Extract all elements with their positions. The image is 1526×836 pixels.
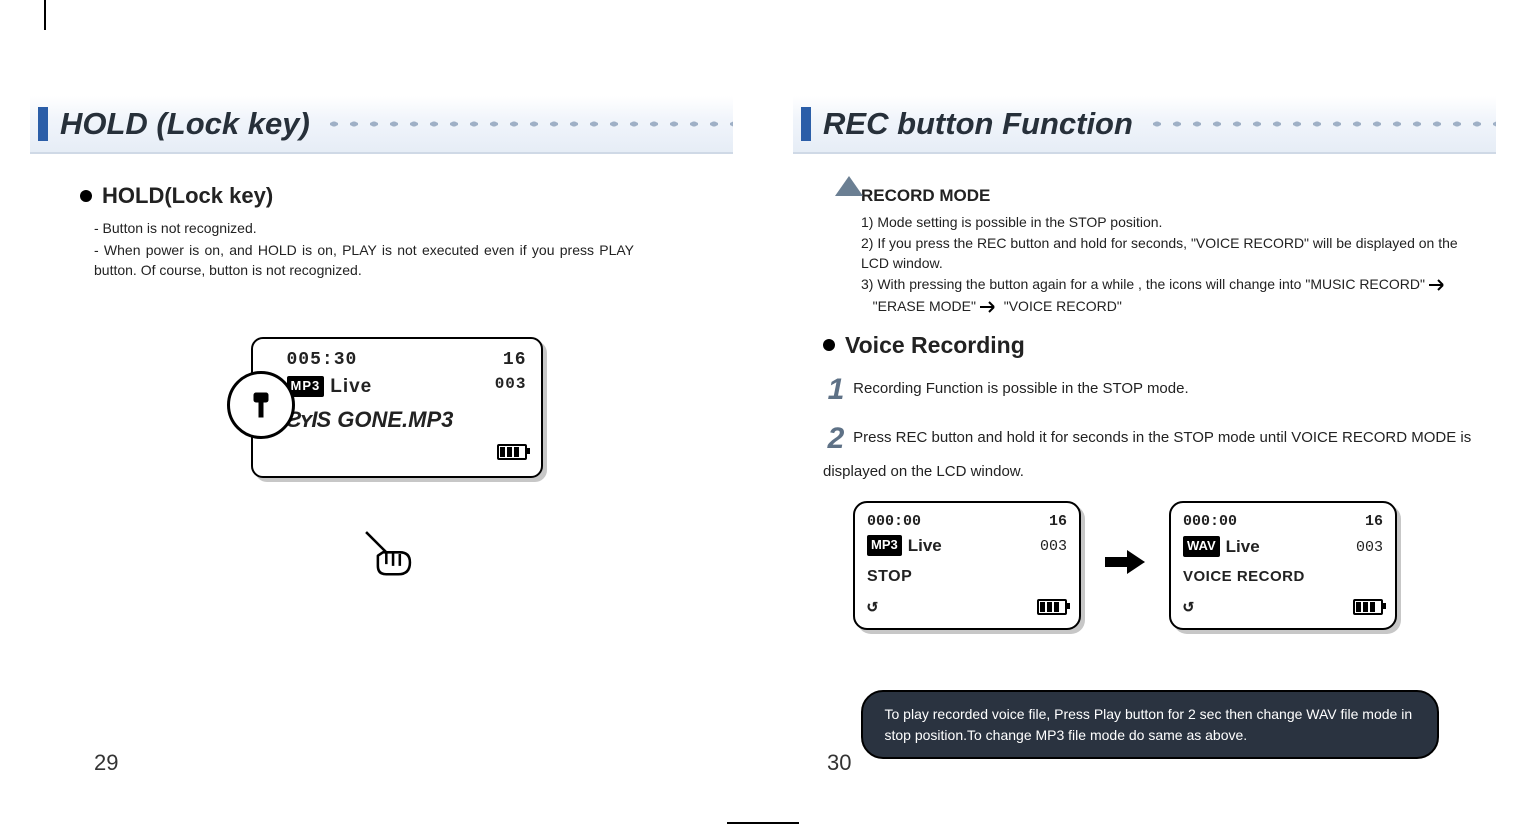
triangle-icon: [835, 176, 863, 196]
battery-icon: [497, 444, 527, 460]
step-number-1: 1: [823, 368, 849, 412]
rm-item-1: 1) Mode setting is possible in the STOP …: [861, 213, 1476, 233]
left-body: HOLD(Lock key) - Button is not recognize…: [30, 154, 733, 478]
crop-bottom: [733, 822, 799, 824]
hold-switch-icon: [227, 371, 295, 439]
right-body: RECORD MODE 1) Mode setting is possible …: [793, 154, 1496, 759]
rm-item-2: 2) If you press the REC button and hold …: [861, 234, 1476, 273]
manual-spread: HOLD (Lock key) HOLD(Lock key) - Button …: [0, 0, 1526, 836]
crop-mark: [44, 0, 46, 30]
page-number-right: 30: [827, 750, 851, 776]
subheading-voice: Voice Recording: [823, 329, 1476, 362]
subheading-hold: HOLD(Lock key): [80, 180, 713, 212]
lcdB-time: 000:00: [1183, 511, 1237, 533]
wav-badge: WAV: [1183, 536, 1220, 557]
rm-item-2-text: 2) If you press the REC button and hold …: [861, 235, 1458, 271]
step-number-2: 2: [823, 417, 849, 461]
lcd-count: 16: [503, 347, 527, 373]
song-name: S GONE.MP3: [316, 407, 453, 432]
dot-leader: [1147, 118, 1496, 130]
lcd-row1: 005:30 16: [287, 347, 527, 373]
rm3-a: 3) With pressing the button again for a …: [861, 276, 1425, 292]
lcd-after: 000:00 16 WAV Live 003 VOICE RECORD ↺: [1169, 501, 1397, 629]
lcd-song: ƧʏIS GONE.MP3: [287, 404, 527, 436]
lcdB-fmt: WAV Live: [1183, 535, 1260, 560]
step-1-text: Recording Function is possible in the ST…: [853, 380, 1188, 397]
lcdA-track: 003: [1040, 536, 1067, 558]
heading-accent: [801, 107, 811, 141]
subheading-text: HOLD(Lock key): [102, 180, 273, 212]
rm3-c: "VOICE RECORD": [1004, 298, 1122, 314]
lcdA-live: Live: [908, 536, 942, 555]
repeat-icon: ↺: [1183, 594, 1194, 620]
page-left: HOLD (Lock key) HOLD(Lock key) - Button …: [0, 0, 763, 836]
hold-note-2: - When power is on, and HOLD is on, PLAY…: [94, 240, 634, 281]
lcd-battery-row: [287, 444, 527, 466]
knob-glyph: [246, 390, 276, 420]
lcd-row2: MP3Live 003: [287, 373, 527, 401]
bullet-icon: [80, 190, 92, 202]
heading-bar: REC button Function: [793, 96, 1496, 154]
tip-note: To play recorded voice file, Press Play …: [861, 690, 1439, 759]
lcdA-mode: STOP: [867, 565, 1067, 588]
rm-item-3: 3) With pressing the button again for a …: [861, 275, 1476, 318]
hold-illustration-wrap: 005:30 16 MP3Live 003 ƧʏIS GONE.MP3: [251, 337, 543, 478]
heading-bar: HOLD (Lock key): [30, 96, 733, 154]
section-header-right: REC button Function: [793, 96, 1496, 154]
step-2: 2 Press REC button and hold it for secon…: [823, 417, 1476, 482]
battery-icon: [1037, 599, 1067, 615]
battery-icon: [1353, 599, 1383, 615]
page-number-left: 29: [94, 750, 118, 776]
live-label: Live: [330, 376, 372, 397]
heading-title: REC button Function: [823, 106, 1133, 142]
lcdB-mode: VOICE RECORD: [1183, 566, 1383, 588]
arrow-right-icon: [1105, 548, 1145, 583]
record-mode-list: 1) Mode setting is possible in the STOP …: [861, 213, 1476, 319]
mp3-badge: MP3: [867, 535, 902, 556]
heading-title: HOLD (Lock key): [60, 106, 310, 142]
lcd-track: 003: [495, 373, 527, 401]
dot-leader: [324, 118, 733, 130]
lcdB-live: Live: [1226, 537, 1260, 556]
page-right: REC button Function RECORD MODE 1) Mode …: [763, 0, 1526, 836]
lcd-format: MP3Live: [287, 373, 373, 401]
lcdA-count: 16: [1049, 511, 1067, 533]
hold-note-1: - Button is not recognized.: [94, 218, 713, 238]
record-mode-block: RECORD MODE 1) Mode setting is possible …: [841, 180, 1476, 319]
lcdA-fmt: MP3 Live: [867, 534, 942, 559]
arrow-icon: [980, 299, 1000, 319]
hold-illustration: 005:30 16 MP3Live 003 ƧʏIS GONE.MP3: [80, 337, 713, 478]
lcd-time: 005:30: [287, 347, 358, 373]
rm3-b: "ERASE MODE": [873, 298, 976, 314]
lcdA-time: 000:00: [867, 511, 921, 533]
bullet-icon: [823, 339, 835, 351]
lcdB-track: 003: [1356, 537, 1383, 559]
step-1: 1 Recording Function is possible in the …: [823, 368, 1476, 412]
arrow-icon: [1429, 277, 1449, 297]
section-header-left: HOLD (Lock key): [30, 96, 733, 154]
lcdB-count: 16: [1365, 511, 1383, 533]
lcd-before: 000:00 16 MP3 Live 003 STOP ↺: [853, 501, 1081, 631]
repeat-icon: ↺: [867, 594, 878, 620]
hand-press-icon: [361, 527, 415, 588]
record-mode-heading: RECORD MODE: [861, 186, 990, 205]
lcd-pair: 000:00 16 MP3 Live 003 STOP ↺ 000:00 16 WAV L…: [853, 501, 1476, 631]
heading-accent: [38, 107, 48, 141]
voice-heading: Voice Recording: [845, 329, 1025, 362]
step-2-text: Press REC button and hold it for seconds…: [823, 429, 1471, 480]
